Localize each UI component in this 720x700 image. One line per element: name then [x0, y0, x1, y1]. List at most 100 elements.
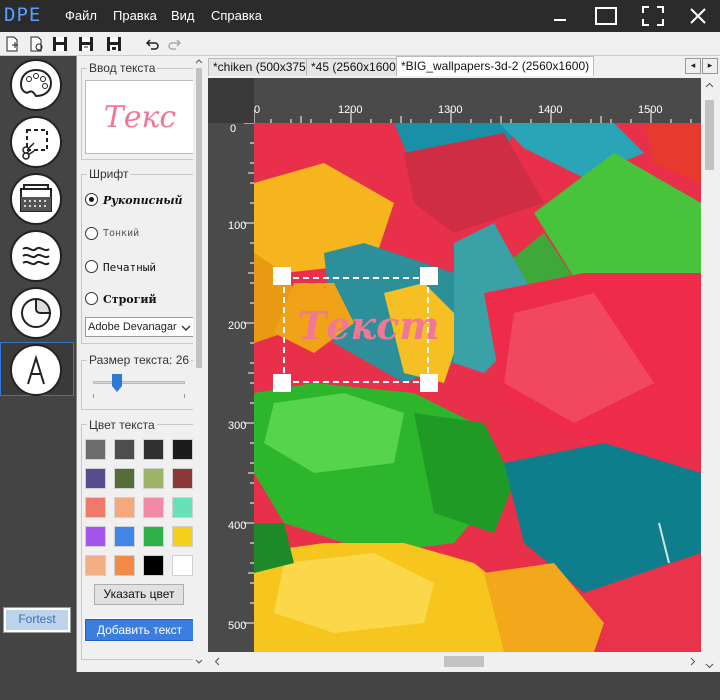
pick-color-button[interactable]: Указать цвет: [94, 584, 184, 605]
color-swatch[interactable]: [114, 555, 135, 576]
tab-scroll-right-icon[interactable]: ▸: [702, 58, 718, 74]
tab-big-wallpapers[interactable]: *BIG_wallpapers-3d-2 (2560x1600): [396, 56, 595, 76]
color-swatch[interactable]: [85, 439, 106, 460]
save-as-icon[interactable]: [78, 36, 94, 52]
font-select-value: Adobe Devanagar: [88, 321, 177, 333]
maximize-icon[interactable]: [594, 4, 618, 28]
open-file-icon[interactable]: [28, 36, 44, 52]
horizontal-ruler: 0 1200 1300 1400 1500: [254, 78, 701, 123]
size-slider-thumb[interactable]: [111, 374, 122, 392]
status-bar: [0, 672, 720, 700]
ruler-h-label: 1400: [538, 104, 563, 116]
resize-handle-top-right[interactable]: [420, 267, 438, 285]
color-swatch[interactable]: [114, 439, 135, 460]
text-input-label: Ввод текста: [87, 61, 158, 75]
waves-icon: [22, 246, 50, 266]
scroll-left-icon[interactable]: [214, 657, 220, 666]
color-swatch[interactable]: [143, 555, 164, 576]
canvas-horizontal-scrollbar[interactable]: [208, 652, 701, 670]
color-swatch[interactable]: [172, 439, 193, 460]
size-group: [81, 360, 195, 410]
add-text-button[interactable]: Добавить текст: [84, 618, 195, 642]
scroll-up-icon[interactable]: [705, 82, 714, 88]
palette-icon: [19, 68, 53, 98]
tab-chiken[interactable]: *chiken (500x375): [208, 58, 315, 76]
color-swatch[interactable]: [143, 468, 164, 489]
fortest-button[interactable]: Fortest: [3, 607, 71, 633]
ruler-v-label: 200: [228, 320, 247, 332]
font-radio-handwritten[interactable]: [85, 193, 98, 206]
menu-edit[interactable]: Правка: [113, 8, 157, 23]
font-label-thin: Тонкий: [103, 228, 140, 239]
redo-icon[interactable]: [167, 36, 183, 52]
crop-icon: [22, 129, 48, 160]
tab-scroll-left-icon[interactable]: ◂: [685, 58, 701, 74]
scroll-right-icon[interactable]: [690, 657, 696, 666]
crop-tool-button[interactable]: [10, 116, 62, 168]
save-icon[interactable]: [52, 36, 68, 52]
scroll-up-icon[interactable]: [195, 58, 203, 64]
canvas-image[interactable]: Текст: [254, 123, 701, 652]
canvas-overlay-text[interactable]: Текст: [298, 303, 440, 348]
menu-file[interactable]: Файл: [65, 8, 97, 23]
resize-handle-bottom-left[interactable]: [273, 374, 291, 392]
canvas-viewport: 0 1200 1300 1400 1500 0 100 200 300 400 …: [208, 78, 701, 652]
sticker-tool-button[interactable]: [10, 287, 62, 339]
color-swatch[interactable]: [85, 526, 106, 547]
menu-help[interactable]: Справка: [211, 8, 262, 23]
font-radio-thin[interactable]: [85, 227, 98, 240]
color-swatch[interactable]: [114, 526, 135, 547]
toolbar: [0, 32, 720, 56]
color-swatch[interactable]: [85, 555, 106, 576]
tab-45[interactable]: *45 (2560x1600): [306, 58, 405, 76]
canvas-vscroll-thumb[interactable]: [705, 100, 714, 170]
menu-view[interactable]: Вид: [171, 8, 195, 23]
color-swatch[interactable]: [85, 497, 106, 518]
canvas-vertical-scrollbar[interactable]: [701, 78, 718, 672]
new-file-icon[interactable]: [4, 36, 20, 52]
color-swatch[interactable]: [114, 468, 135, 489]
color-swatch[interactable]: [172, 526, 193, 547]
text-tool-button[interactable]: [10, 344, 62, 396]
resize-handle-bottom-right[interactable]: [420, 374, 438, 392]
minimize-icon[interactable]: [548, 4, 572, 28]
frame-tool-button[interactable]: [10, 173, 62, 225]
sticker-icon: [21, 297, 52, 328]
color-swatch[interactable]: [143, 526, 164, 547]
size-slider-track[interactable]: [93, 381, 185, 384]
ruler-v-label: 400: [228, 520, 247, 532]
fullscreen-icon[interactable]: [641, 4, 665, 28]
chevron-down-icon: [181, 325, 191, 331]
undo-icon[interactable]: [144, 36, 160, 52]
panel-scrollbar[interactable]: [193, 56, 205, 672]
canvas-hscroll-thumb[interactable]: [444, 656, 484, 667]
waves-tool-button[interactable]: [10, 230, 62, 282]
palette-tool-button[interactable]: [10, 59, 62, 111]
close-icon[interactable]: [686, 4, 710, 28]
scroll-down-icon[interactable]: [705, 663, 714, 669]
size-slider-ticks: [93, 394, 185, 398]
color-swatch[interactable]: [143, 439, 164, 460]
color-swatch[interactable]: [172, 555, 193, 576]
panel-scroll-thumb[interactable]: [196, 68, 202, 368]
preview-text: Текс: [103, 99, 177, 135]
font-radio-strict[interactable]: [85, 292, 98, 305]
scroll-down-icon[interactable]: [195, 659, 203, 665]
font-group-label: Шрифт: [87, 167, 131, 181]
font-radio-print[interactable]: [85, 260, 98, 273]
font-select[interactable]: Adobe Devanagar: [85, 317, 194, 337]
color-swatch[interactable]: [85, 468, 106, 489]
text-input-field[interactable]: Текс: [85, 80, 195, 154]
color-swatch[interactable]: [114, 497, 135, 518]
text-panel: Ввод текста Текс Шрифт Рукописный Тонкий…: [76, 56, 205, 672]
color-swatch[interactable]: [143, 497, 164, 518]
ruler-v-label: 0: [230, 123, 237, 135]
color-swatch[interactable]: [172, 497, 193, 518]
save-all-icon[interactable]: [106, 36, 122, 52]
color-swatch[interactable]: [172, 468, 193, 489]
cubes-wallpaper-image: [254, 123, 701, 652]
resize-handle-top-left[interactable]: [273, 267, 291, 285]
font-label-handwritten: Рукописный: [103, 194, 183, 207]
tool-sidebar: Fortest: [0, 56, 76, 672]
ruler-h-label: 1200: [338, 104, 363, 116]
